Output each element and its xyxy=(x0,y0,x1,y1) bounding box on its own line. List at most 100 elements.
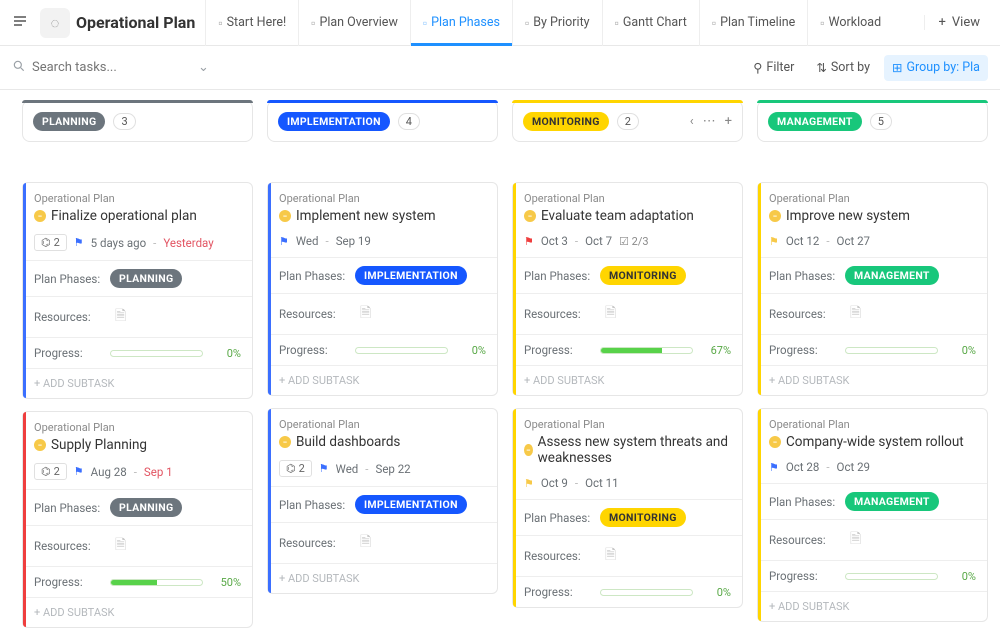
field-label: Resources: xyxy=(769,533,837,547)
flag-icon[interactable]: ⚑ xyxy=(769,235,779,248)
sort-button[interactable]: ⇅Sort by xyxy=(808,55,878,81)
task-card[interactable]: Operational PlanSupply Planning⌬2⚑Aug 28… xyxy=(22,411,253,628)
breadcrumb[interactable]: Operational Plan xyxy=(524,192,731,205)
task-title[interactable]: Build dashboards xyxy=(279,434,486,450)
checklist-count: ☑ 2/3 xyxy=(619,235,649,248)
breadcrumb[interactable]: Operational Plan xyxy=(279,192,486,205)
flag-icon[interactable]: ⚑ xyxy=(74,465,84,478)
task-title[interactable]: Improve new system xyxy=(769,208,976,224)
document-icon[interactable]: 🗎 xyxy=(115,534,126,558)
task-card[interactable]: Operational Plan Finalize operational pla… xyxy=(22,182,253,399)
task-card[interactable]: Operational PlanImprove new system⚑Oct 1… xyxy=(757,182,988,396)
space-icon[interactable]: ◌ xyxy=(40,8,70,38)
tab-plan-timeline[interactable]: ▫Plan Timeline xyxy=(699,0,807,46)
column-header[interactable]: MONITORING2‹⋯+ xyxy=(512,100,743,142)
task-title[interactable]: Evaluate team adaptation xyxy=(524,208,731,224)
tab-workload[interactable]: ▫Workload xyxy=(807,0,893,46)
subtask-count[interactable]: ⌬2 xyxy=(279,460,312,477)
progress-bar[interactable] xyxy=(845,347,938,354)
flag-icon[interactable]: ⚑ xyxy=(279,235,289,248)
progress-bar[interactable] xyxy=(600,347,693,354)
breadcrumb[interactable]: Operational Plan xyxy=(769,418,976,431)
menu-icon[interactable] xyxy=(6,7,34,39)
search-input[interactable] xyxy=(32,60,162,75)
add-view-button[interactable]: + View xyxy=(924,15,995,30)
phase-pill[interactable]: PLANNING xyxy=(110,269,182,288)
subtask-count[interactable]: ⌬2 xyxy=(34,463,67,480)
group-by-button[interactable]: ⊞Group by: Pla xyxy=(884,55,988,81)
phase-pill[interactable]: MONITORING xyxy=(600,508,686,527)
task-title[interactable]: Finalize operational plan xyxy=(34,208,241,224)
date-end: Oct 11 xyxy=(585,476,618,490)
chevron-left-icon[interactable]: ‹ xyxy=(690,114,694,129)
add-subtask-button[interactable]: + ADD SUBTASK xyxy=(23,597,252,627)
task-title[interactable]: Assess new system threats and weaknesses xyxy=(524,434,731,466)
document-icon[interactable]: 🗎 xyxy=(360,531,371,555)
phase-pill[interactable]: IMPLEMENTATION xyxy=(355,495,467,514)
chevron-down-icon[interactable]: ⌄ xyxy=(198,60,209,75)
add-subtask-button[interactable]: + ADD SUBTASK xyxy=(268,365,497,395)
filter-button[interactable]: ⚲Filter xyxy=(745,55,802,81)
progress-bar[interactable] xyxy=(110,579,203,586)
tab-plan-overview[interactable]: ▫Plan Overview xyxy=(298,0,410,46)
breadcrumb[interactable]: Operational Plan xyxy=(524,418,731,431)
task-card[interactable]: Operational PlanImplement new system⚑Wed… xyxy=(267,182,498,396)
document-icon[interactable]: 🗎 xyxy=(850,302,861,326)
breadcrumb[interactable]: Operational Plan xyxy=(769,192,976,205)
phase-pill[interactable]: MANAGEMENT xyxy=(845,266,939,285)
document-icon[interactable]: 🗎 xyxy=(605,544,616,568)
task-title[interactable]: Company-wide system rollout xyxy=(769,434,976,450)
progress-bar[interactable] xyxy=(845,573,938,580)
progress-bar[interactable] xyxy=(355,347,448,354)
phase-pill[interactable]: MONITORING xyxy=(600,266,686,285)
flag-icon[interactable]: ⚑ xyxy=(319,462,329,475)
status-dot[interactable] xyxy=(524,444,533,456)
phase-pill[interactable]: IMPLEMENTATION xyxy=(355,266,467,285)
status-dot[interactable] xyxy=(34,210,46,222)
tab-by-priority[interactable]: ▫By Priority xyxy=(512,0,602,46)
more-icon[interactable]: ⋯ xyxy=(703,114,716,129)
add-subtask-button[interactable]: + ADD SUBTASK xyxy=(513,365,742,395)
status-dot[interactable] xyxy=(769,210,781,222)
task-card[interactable]: Operational Plan Evaluate team adaptation… xyxy=(512,182,743,396)
flag-icon[interactable]: ⚑ xyxy=(74,236,84,249)
add-subtask-button[interactable]: + ADD SUBTASK xyxy=(758,365,987,395)
flag-icon[interactable]: ⚑ xyxy=(769,461,779,474)
task-card[interactable]: Operational Plan Assess new system threat… xyxy=(512,408,743,608)
document-icon[interactable]: 🗎 xyxy=(605,302,616,326)
phase-pill: PLANNING xyxy=(33,112,105,131)
subtask-count[interactable]: ⌬2 xyxy=(34,234,67,251)
tab-label: Gantt Chart xyxy=(623,15,687,30)
phase-pill[interactable]: PLANNING xyxy=(110,498,182,517)
progress-bar[interactable] xyxy=(600,589,693,596)
progress-bar[interactable] xyxy=(110,350,203,357)
breadcrumb[interactable]: Operational Plan xyxy=(34,192,241,205)
add-subtask-button[interactable]: + ADD SUBTASK xyxy=(758,591,987,621)
document-icon[interactable]: 🗎 xyxy=(115,305,126,329)
task-title[interactable]: Implement new system xyxy=(279,208,486,224)
tab-gantt-chart[interactable]: ▫Gantt Chart xyxy=(602,0,699,46)
tab-plan-phases[interactable]: ▫Plan Phases xyxy=(410,0,512,46)
status-dot[interactable] xyxy=(279,436,291,448)
task-title[interactable]: Supply Planning xyxy=(34,437,241,453)
breadcrumb[interactable]: Operational Plan xyxy=(279,418,486,431)
status-dot[interactable] xyxy=(769,436,781,448)
column-header[interactable]: MANAGEMENT5 xyxy=(757,100,988,142)
document-icon[interactable]: 🗎 xyxy=(850,528,861,552)
document-icon[interactable]: 🗎 xyxy=(360,302,371,326)
status-dot[interactable] xyxy=(279,210,291,222)
task-card[interactable]: Operational PlanBuild dashboards⌬2⚑Wed-S… xyxy=(267,408,498,594)
flag-icon[interactable]: ⚑ xyxy=(524,477,534,490)
column-header[interactable]: PLANNING3 xyxy=(22,100,253,142)
status-dot[interactable] xyxy=(34,439,46,451)
column-header[interactable]: IMPLEMENTATION4 xyxy=(267,100,498,142)
status-dot[interactable] xyxy=(524,210,536,222)
breadcrumb[interactable]: Operational Plan xyxy=(34,421,241,434)
flag-icon[interactable]: ⚑ xyxy=(524,235,534,248)
task-card[interactable]: Operational Plan Company-wide system roll… xyxy=(757,408,988,622)
add-subtask-button[interactable]: + ADD SUBTASK xyxy=(268,563,497,593)
phase-pill[interactable]: MANAGEMENT xyxy=(845,492,939,511)
tab-start-here-[interactable]: ▫Start Here! xyxy=(205,0,298,46)
add-task-icon[interactable]: + xyxy=(725,114,732,129)
add-subtask-button[interactable]: + ADD SUBTASK xyxy=(23,368,252,398)
